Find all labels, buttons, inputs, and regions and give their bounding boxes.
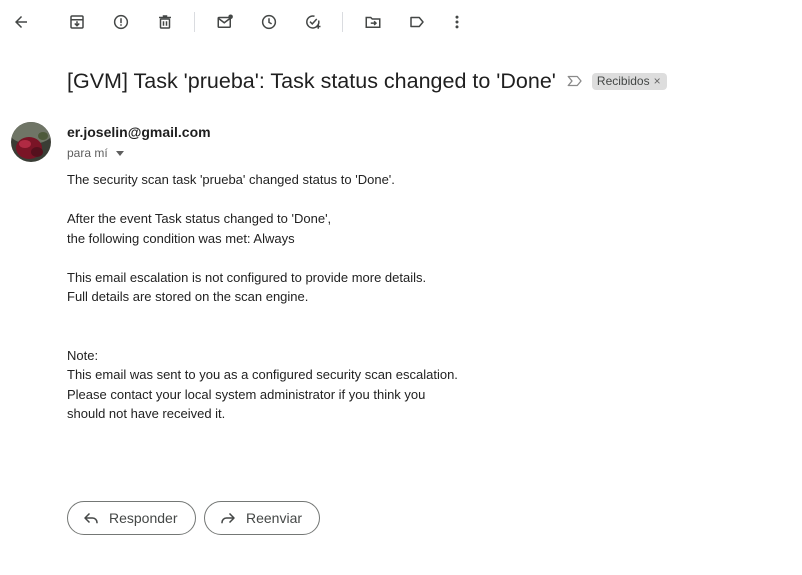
add-to-tasks-button[interactable] (301, 10, 325, 34)
reply-button[interactable]: Responder (67, 501, 196, 535)
label-icon (410, 16, 424, 28)
reply-icon (84, 512, 98, 524)
body-line: Note: (67, 347, 99, 363)
more-button[interactable] (445, 10, 469, 34)
remove-label-button[interactable]: × (654, 74, 661, 88)
forward-button[interactable]: Reenviar (204, 501, 320, 535)
body-line (67, 307, 458, 327)
forward-icon (221, 512, 235, 524)
body-line: should not have received it. (67, 406, 226, 421)
arrow-left-icon (15, 16, 27, 28)
importance-marker-icon[interactable] (566, 72, 584, 90)
reply-label: Responder (109, 510, 178, 526)
report-spam-button[interactable] (109, 10, 133, 34)
folder-move-icon (365, 16, 381, 28)
label-chip-text: Recibidos (596, 74, 650, 88)
body-line (67, 190, 458, 210)
recipient-details-toggle[interactable]: para mí (67, 146, 124, 160)
chevron-down-icon (115, 150, 124, 156)
more-vertical-icon (455, 15, 459, 29)
archive-button[interactable] (65, 10, 89, 34)
archive-icon (70, 15, 84, 29)
body-line: Full details are stored on the scan engi… (67, 289, 309, 304)
body-line: Please contact your local system adminis… (67, 386, 426, 402)
email-subject: [GVM] Task 'prueba': Task status changed… (67, 68, 556, 93)
toolbar-divider (194, 12, 195, 32)
body-line: After the event Task status changed to '… (67, 211, 332, 226)
email-body: The security scan task 'prueba' changed … (67, 170, 458, 424)
forward-label: Reenviar (246, 510, 303, 526)
body-line: The security scan task 'prueba' changed … (67, 172, 395, 187)
body-line: This email escalation is not configured … (67, 269, 427, 285)
trash-icon (159, 15, 171, 29)
label-chip-inbox[interactable]: Recibidos × (591, 72, 667, 90)
labels-button[interactable] (405, 10, 429, 34)
report-spam-icon (113, 14, 129, 30)
toolbar (0, 0, 802, 44)
add-task-icon (306, 15, 321, 29)
body-line (67, 326, 458, 346)
body-line (67, 248, 458, 268)
recipient-summary: para mí (67, 146, 108, 160)
body-line: This email was sent to you as a configur… (67, 367, 458, 382)
clock-icon (261, 14, 277, 30)
snooze-button[interactable] (257, 10, 281, 34)
sender-email: er.joselin@gmail.com (67, 124, 211, 140)
move-to-button[interactable] (361, 10, 385, 34)
mark-unread-button[interactable] (213, 10, 237, 34)
back-button[interactable] (9, 10, 33, 34)
avatar[interactable] (11, 122, 51, 162)
delete-button[interactable] (153, 10, 177, 34)
subject-row: [GVM] Task 'prueba': Task status changed… (67, 66, 667, 96)
toolbar-divider (342, 12, 343, 32)
mark-unread-icon (217, 14, 233, 28)
body-line: the following condition was met: Always (67, 230, 295, 246)
